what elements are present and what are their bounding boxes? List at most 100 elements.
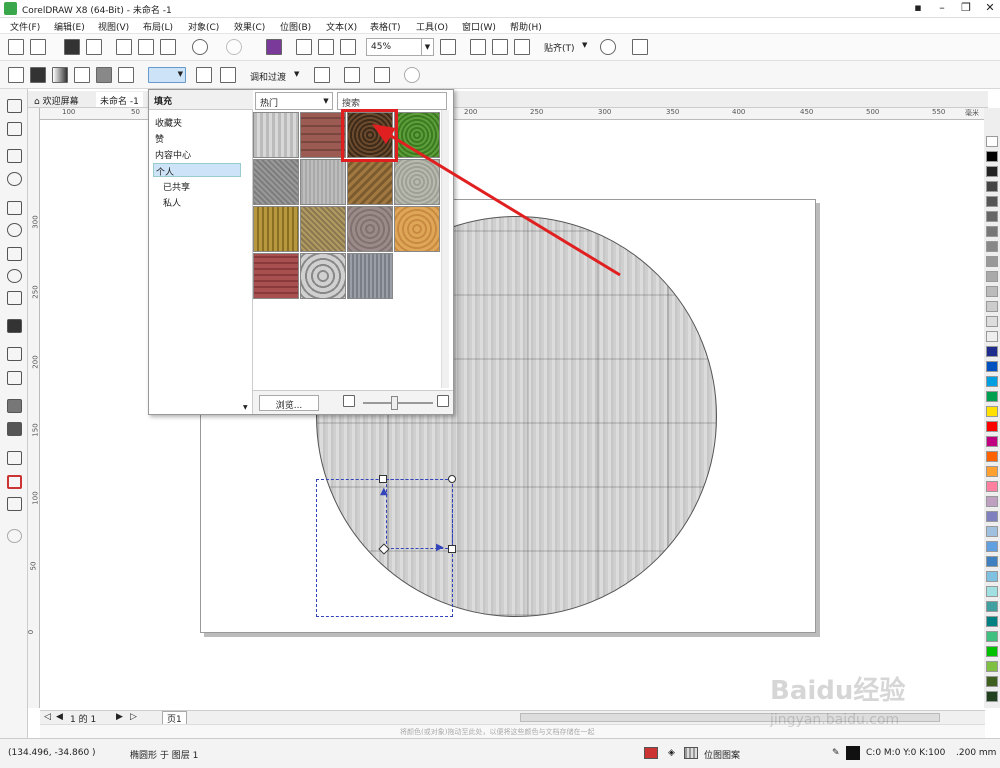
palette-swatch[interactable] xyxy=(986,286,998,297)
last-page-button[interactable]: ▷ xyxy=(130,712,137,722)
mirror-tiles-horizontal-icon[interactable] xyxy=(196,67,212,83)
tab-document[interactable]: 未命名 -1 xyxy=(96,92,143,107)
palette-swatch[interactable] xyxy=(986,226,998,237)
fill-picker-dropdown[interactable]: ▼ xyxy=(148,67,186,83)
swatch-tile[interactable] xyxy=(394,112,440,158)
swatch-tile[interactable] xyxy=(253,253,299,299)
application-launcher-icon[interactable] xyxy=(632,39,648,55)
swatch-tile[interactable] xyxy=(253,159,299,205)
thumbnail-size-slider[interactable] xyxy=(363,402,433,404)
drop-shadow-tool-icon[interactable] xyxy=(7,399,22,413)
swatch-tile[interactable] xyxy=(253,206,299,252)
swatch-tile[interactable] xyxy=(347,206,393,252)
add-tool-icon[interactable] xyxy=(7,529,22,543)
import-icon[interactable] xyxy=(296,39,312,55)
menu-file[interactable]: 文件(F) xyxy=(10,20,40,33)
blend-transition-dropdown[interactable]: 调和过渡 xyxy=(250,70,286,83)
new-document-icon[interactable] xyxy=(8,39,24,55)
first-page-button[interactable]: ◁ xyxy=(44,712,51,722)
slider-thumb[interactable] xyxy=(391,396,398,410)
undo-icon[interactable] xyxy=(192,39,208,55)
palette-swatch[interactable] xyxy=(986,151,998,162)
palette-swatch[interactable] xyxy=(986,136,998,147)
menu-tools[interactable]: 工具(O) xyxy=(416,20,448,33)
palette-swatch[interactable] xyxy=(986,676,998,687)
palette-swatch[interactable] xyxy=(986,271,998,282)
palette-swatch[interactable] xyxy=(986,331,998,342)
menu-layout[interactable]: 布局(L) xyxy=(143,20,173,33)
palette-swatch[interactable] xyxy=(986,391,998,402)
uniform-fill-icon[interactable] xyxy=(30,67,46,83)
chevron-down-icon[interactable]: ▼ xyxy=(421,39,433,55)
menu-table[interactable]: 表格(T) xyxy=(370,20,401,33)
palette-swatch[interactable] xyxy=(986,691,998,702)
tree-item-shared[interactable]: 已共享 xyxy=(161,179,249,193)
transform-with-object-icon[interactable] xyxy=(314,67,330,83)
palette-swatch[interactable] xyxy=(986,631,998,642)
tab-welcome-screen[interactable]: ⌂ 欢迎屏幕 xyxy=(30,92,83,107)
restore-button[interactable]: ❐ xyxy=(954,1,978,14)
edit-fill-icon[interactable] xyxy=(374,67,390,83)
small-thumbnails-icon[interactable] xyxy=(343,395,355,407)
scroll-down-icon[interactable]: ▼ xyxy=(243,404,248,411)
show-guidelines-icon[interactable] xyxy=(514,39,530,55)
rectangle-tool-icon[interactable] xyxy=(7,247,22,261)
palette-swatch[interactable] xyxy=(986,481,998,492)
save-icon[interactable] xyxy=(64,39,80,55)
palette-swatch[interactable] xyxy=(986,241,998,252)
pick-tool-icon[interactable] xyxy=(7,99,22,113)
print-icon[interactable] xyxy=(86,39,102,55)
eyedropper-tool-icon[interactable] xyxy=(7,451,22,465)
palette-swatch[interactable] xyxy=(986,526,998,537)
palette-swatch[interactable] xyxy=(986,661,998,672)
palette-swatch[interactable] xyxy=(986,571,998,582)
palette-swatch[interactable] xyxy=(986,406,998,417)
swatch-tile[interactable] xyxy=(253,112,299,158)
text-tool-icon[interactable] xyxy=(7,319,22,333)
menu-view[interactable]: 视图(V) xyxy=(98,20,129,33)
show-rulers-icon[interactable] xyxy=(470,39,486,55)
tree-item-private[interactable]: 私人 xyxy=(161,195,249,209)
swatch-tile[interactable] xyxy=(300,159,346,205)
palette-swatch[interactable] xyxy=(986,361,998,372)
filter-dropdown[interactable]: 热门 ▼ xyxy=(255,92,333,110)
swatch-tile[interactable] xyxy=(394,206,440,252)
chevron-down-icon[interactable]: ▼ xyxy=(294,70,299,78)
palette-swatch[interactable] xyxy=(986,436,998,447)
bitmap-pattern-fill-icon[interactable] xyxy=(96,67,112,83)
mirror-tiles-vertical-icon[interactable] xyxy=(220,67,236,83)
paste-icon[interactable] xyxy=(160,39,176,55)
zoom-level-combo[interactable]: 45% ▼ xyxy=(366,38,434,56)
palette-swatch[interactable] xyxy=(986,646,998,657)
menu-object[interactable]: 对象(C) xyxy=(188,20,219,33)
arrow-up-icon[interactable]: ▲ xyxy=(380,486,388,497)
add-icon[interactable] xyxy=(404,67,420,83)
crop-tool-icon[interactable] xyxy=(7,149,22,163)
palette-swatch[interactable] xyxy=(986,496,998,507)
arrow-right-icon[interactable]: ▶ xyxy=(436,542,444,553)
palette-swatch[interactable] xyxy=(986,616,998,627)
tile-rotate-handle[interactable] xyxy=(448,475,456,483)
show-grid-icon[interactable] xyxy=(492,39,508,55)
menu-window[interactable]: 窗口(W) xyxy=(462,20,496,33)
palette-swatch[interactable] xyxy=(986,166,998,177)
artistic-media-icon[interactable] xyxy=(7,223,22,237)
two-color-pattern-fill-icon[interactable] xyxy=(118,67,134,83)
palette-swatch[interactable] xyxy=(986,421,998,432)
copy-fill-icon[interactable] xyxy=(344,67,360,83)
palette-swatch[interactable] xyxy=(986,466,998,477)
tree-item-content-center[interactable]: 内容中心 xyxy=(153,147,241,161)
search-content-icon[interactable] xyxy=(266,39,282,55)
search-input[interactable]: 搜索 xyxy=(337,92,447,110)
browse-button[interactable]: 浏览... xyxy=(259,395,319,411)
palette-swatch[interactable] xyxy=(986,451,998,462)
chevron-down-icon[interactable]: ▼ xyxy=(582,41,587,49)
palette-swatch[interactable] xyxy=(986,301,998,312)
zoom-tool-icon[interactable] xyxy=(7,172,22,186)
tile-handle[interactable] xyxy=(448,545,456,553)
menu-text[interactable]: 文本(X) xyxy=(326,20,357,33)
tree-item-personal[interactable]: 个人 xyxy=(153,163,241,178)
no-fill-icon[interactable] xyxy=(8,67,24,83)
palette-swatch[interactable] xyxy=(986,601,998,612)
tree-item-likes[interactable]: 赞 xyxy=(153,131,241,145)
